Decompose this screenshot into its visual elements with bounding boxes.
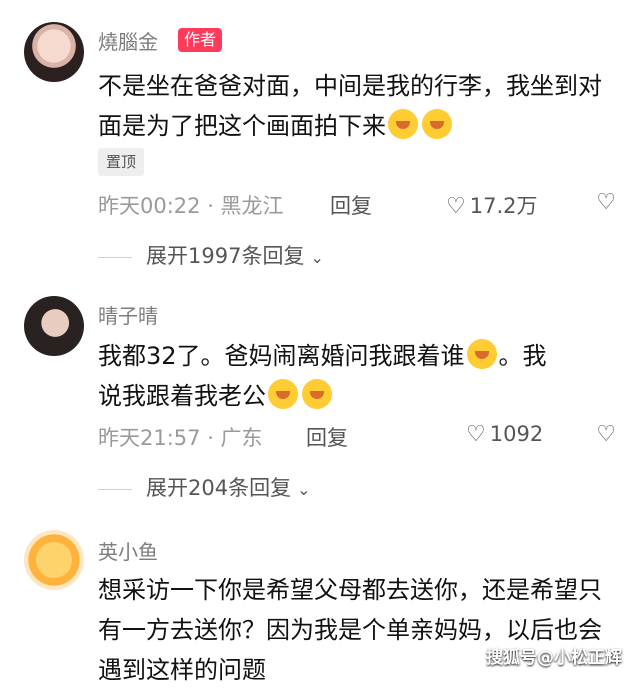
like-count: 1092 (489, 422, 544, 446)
username[interactable]: 英小鱼 (98, 536, 158, 565)
like-button[interactable]: ♡ 1092 (466, 422, 543, 447)
dislike-icon[interactable]: ♡ (596, 422, 616, 447)
divider-line (98, 256, 132, 258)
laughing-emoji-icon (268, 379, 298, 409)
shocked-emoji-icon (422, 109, 452, 139)
expand-replies[interactable]: 展开1997条回复 ⌄ (98, 240, 324, 270)
chevron-down-icon: ⌄ (310, 248, 324, 267)
expand-label: 展开204条回复 (146, 476, 292, 500)
like-count: 17.2万 (469, 194, 538, 218)
avatar[interactable] (24, 22, 84, 82)
like-button[interactable]: ♡ 17.2万 (446, 190, 538, 220)
shocked-emoji-icon (388, 109, 418, 139)
pinned-badge: 置顶 (98, 148, 145, 176)
expand-label: 展开1997条回复 (146, 244, 305, 268)
laughing-emoji-icon (466, 339, 497, 369)
author-badge: 作者 (178, 28, 223, 52)
time-location: 昨天21:57 · 广东 (98, 426, 263, 450)
time-location: 昨天00:22 · 黑龙江 (98, 194, 284, 218)
comment-text: 不是坐在爸爸对面，中间是我的行李，我坐到对面是为了把这个画面拍下来 (98, 72, 602, 140)
comment-meta: 昨天00:22 · 黑龙江 回复 ♡ 17.2万 ♡ (98, 190, 618, 220)
avatar[interactable] (24, 530, 84, 590)
watermark: 搜狐号@小松正辉 (486, 648, 622, 668)
avatar[interactable] (24, 296, 84, 356)
heart-icon: ♡ (446, 194, 466, 219)
reply-button[interactable]: 回复 (330, 190, 372, 220)
comment-meta: 昨天21:57 · 广东 回复 ♡ 1092 ♡ (98, 422, 618, 452)
divider-line (98, 488, 132, 490)
username[interactable]: 晴子晴 (98, 300, 158, 329)
chevron-down-icon: ⌄ (297, 480, 311, 499)
reply-button[interactable]: 回复 (306, 422, 348, 452)
comment-text: 想采访一下你是希望父母都去送你，还是希望只有一方去送你？因为我是个单亲妈妈，以后… (98, 576, 602, 684)
expand-replies[interactable]: 展开204条回复 ⌄ (98, 472, 311, 502)
heart-icon: ♡ (466, 422, 486, 447)
dislike-icon[interactable]: ♡ (596, 190, 616, 215)
username[interactable]: 燒腦金 (98, 26, 158, 55)
laughing-emoji-icon (302, 379, 332, 409)
comment-text: 我都32了。爸妈闹离婚问我跟着谁 。我 说我跟着我老公 (98, 336, 618, 416)
